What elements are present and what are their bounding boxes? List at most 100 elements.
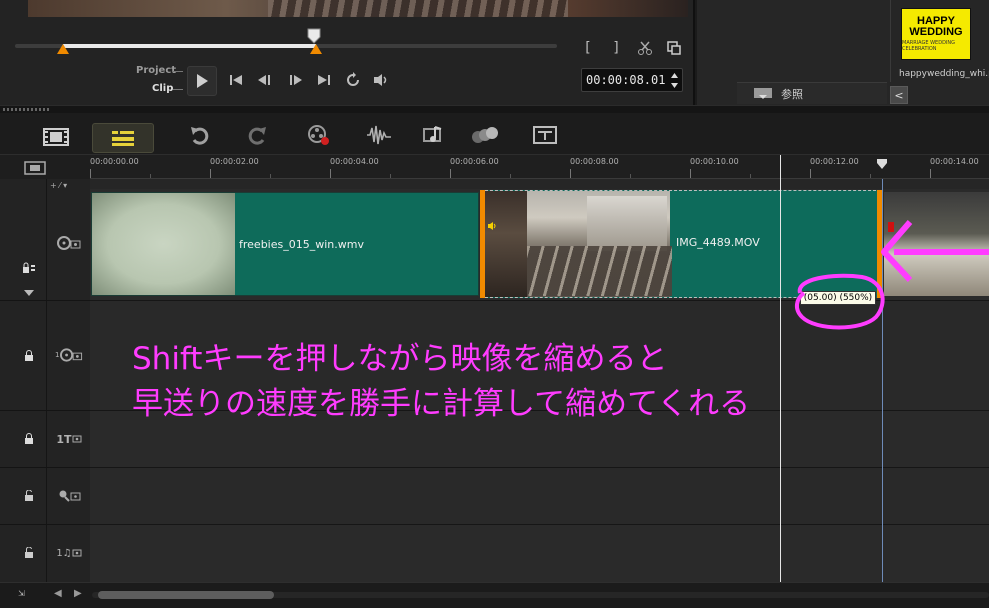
- mark-in-button[interactable]: [: [578, 38, 598, 58]
- horizontal-scroll-thumb[interactable]: [98, 591, 274, 599]
- auto-music-button[interactable]: [415, 121, 453, 149]
- music-track-label: 1♫: [56, 547, 72, 559]
- ruler-tick-label: 00:00:06.00: [450, 157, 499, 166]
- lock-all-icon[interactable]: [22, 262, 36, 274]
- storyboard-view-button[interactable]: [37, 124, 75, 150]
- ruler-major-tick: [210, 169, 211, 178]
- lock-icon[interactable]: [22, 350, 36, 362]
- ruler-major-tick: [450, 169, 451, 178]
- lock-icon[interactable]: [22, 433, 36, 445]
- scrub-handle-icon[interactable]: [307, 28, 321, 44]
- panel-splitter[interactable]: [0, 105, 989, 113]
- preview-image: [28, 0, 688, 17]
- unlock-icon[interactable]: [22, 490, 36, 502]
- split-clip-button[interactable]: [635, 38, 655, 58]
- library-scroll-left-button[interactable]: <: [890, 86, 908, 104]
- thumbnail-canopy: [482, 191, 527, 297]
- library-divider: [890, 0, 891, 82]
- ruler-header: [0, 155, 90, 179]
- mode-clip-toggle[interactable]: Clip: [152, 83, 173, 94]
- undo-button[interactable]: [180, 121, 218, 149]
- scroll-left-arrow-icon[interactable]: ◀: [54, 588, 62, 599]
- ruler-minor-tick: [150, 174, 151, 178]
- scroll-right-arrow-icon[interactable]: ▶: [74, 588, 82, 599]
- music-track-icon[interactable]: 1♫: [55, 545, 83, 561]
- video-track-icon[interactable]: [55, 235, 83, 251]
- ruler-tick-label: 00:00:10.00: [690, 157, 739, 166]
- voice-track-icon[interactable]: [55, 488, 83, 504]
- next-frame-button[interactable]: [283, 68, 307, 92]
- subtitle-editor-button[interactable]: [526, 121, 564, 149]
- title-track-icon[interactable]: 1T: [55, 431, 83, 447]
- music-track-lane[interactable]: [90, 525, 989, 582]
- repeat-button[interactable]: [341, 68, 365, 92]
- annotation-line-2: 早送りの速度を勝手に計算して縮めてくれる: [132, 386, 751, 422]
- timeline-view-button[interactable]: [92, 123, 154, 153]
- project-end-marker-icon[interactable]: [876, 158, 888, 170]
- skip-to-start-icon: [230, 75, 242, 85]
- unlock-icon[interactable]: [22, 547, 36, 559]
- redo-icon: [248, 127, 266, 145]
- voice-track-lane[interactable]: [90, 468, 989, 525]
- motion-tracking-button[interactable]: [466, 121, 504, 149]
- play-button[interactable]: [187, 66, 217, 96]
- skip-to-end-icon: [318, 75, 330, 85]
- home-button[interactable]: [224, 68, 248, 92]
- timeline-ruler[interactable]: 00:00:00.00 00:00:02.00 00:00:04.00 00:0…: [90, 155, 989, 179]
- redo-button[interactable]: [239, 121, 277, 149]
- ruler-minor-tick: [510, 174, 511, 178]
- subtitle-editor-icon: [533, 126, 557, 144]
- thumbnail-filename[interactable]: happywedding_whi.pn: [899, 69, 989, 79]
- previous-frame-button[interactable]: [253, 68, 277, 92]
- next-frame-icon: [290, 75, 302, 85]
- video-clip[interactable]: freebies_015_win.wmv: [91, 192, 479, 296]
- ruler-minor-tick: [750, 174, 751, 178]
- thumbnail-rails: [522, 246, 672, 296]
- film-strip-icon: [43, 128, 69, 146]
- video-editor-window: Project Clip [ ] 00:00:08.01 参照 HAPPY WE…: [0, 0, 989, 608]
- previous-frame-icon: [258, 75, 270, 85]
- player-panel: Project Clip [ ] 00:00:08.01: [0, 0, 695, 105]
- annotation-arrow: [881, 220, 989, 283]
- enlarge-preview-button[interactable]: [664, 38, 684, 58]
- speaker-icon: [374, 74, 387, 86]
- thumbnail-title-line2: WEDDING: [909, 26, 963, 38]
- timecode-spinner-icon[interactable]: [670, 72, 679, 89]
- clip-trim-handle-left[interactable]: [480, 190, 485, 298]
- overlay-track-icon[interactable]: 1: [55, 347, 83, 363]
- film-reel-icon: [60, 348, 83, 362]
- browse-label[interactable]: 参照: [781, 86, 803, 102]
- fit-project-button[interactable]: ⇲: [18, 589, 25, 598]
- thumbnail-title: HAPPY WEDDING: [902, 16, 970, 38]
- ruler-major-tick: [690, 169, 691, 178]
- expand-track-icon[interactable]: [22, 287, 36, 299]
- mark-out-icon[interactable]: [310, 44, 322, 54]
- clip-name: IMG_4489.MOV: [676, 236, 760, 249]
- enlarge-icon: [667, 41, 681, 55]
- ruler-major-tick: [90, 169, 91, 178]
- ruler-major-tick: [930, 169, 931, 178]
- library-thumbnail[interactable]: HAPPY WEDDING MARRIAGE WEDDING CELEBRATI…: [901, 8, 971, 60]
- record-capture-icon: [308, 125, 329, 145]
- zoom-to-fit-icon[interactable]: [24, 161, 46, 175]
- overlay-track-number: 1: [55, 351, 60, 359]
- mark-out-button[interactable]: ]: [606, 38, 626, 58]
- volume-button[interactable]: [369, 68, 393, 92]
- browse-folder-icon[interactable]: [753, 85, 773, 101]
- end-button[interactable]: [312, 68, 336, 92]
- mode-project-toggle[interactable]: Project: [136, 65, 176, 76]
- track-headers: + ⁄ ▾ 1 1T 1♫: [0, 179, 90, 582]
- clip-thumbnail: [482, 191, 672, 297]
- ruler-major-tick: [330, 169, 331, 178]
- film-reel-icon: [57, 236, 81, 250]
- splitter-grip[interactable]: [3, 108, 49, 111]
- monitor-icon: [72, 435, 82, 443]
- record-capture-button[interactable]: [300, 121, 338, 149]
- sound-mixer-button[interactable]: [360, 121, 398, 149]
- voice-track-header: [0, 468, 90, 525]
- playhead-line[interactable]: [780, 155, 781, 582]
- video-track-header: [0, 189, 90, 301]
- monitor-icon: [72, 549, 82, 557]
- mark-in-icon[interactable]: [57, 44, 69, 54]
- timecode-field[interactable]: 00:00:08.01: [581, 68, 683, 92]
